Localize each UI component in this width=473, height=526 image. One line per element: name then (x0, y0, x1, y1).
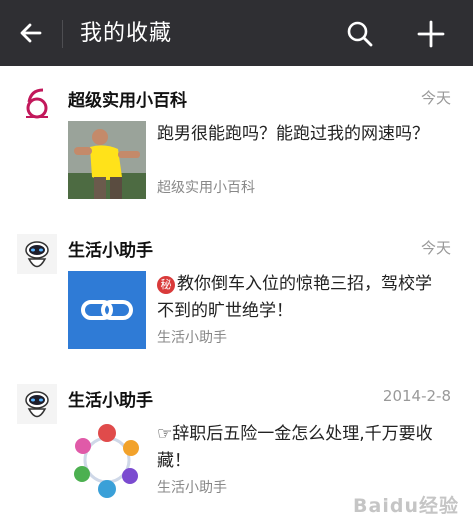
item-subtitle: 生活小助手 (157, 480, 227, 496)
item-headline: 跑男很能跑吗？能跑过我的网速吗？ (157, 124, 429, 144)
source-name: 生活小助手 (68, 241, 153, 261)
link-icon (68, 271, 146, 349)
robot-avatar-icon (17, 384, 57, 424)
arrow-left-icon[interactable] (16, 18, 46, 48)
item-headline: 秘教你倒车入位的惊艳三招，驾校学不到的旷世绝学！ (157, 271, 447, 325)
source-name: 生活小助手 (68, 391, 153, 411)
page-title: 我的收藏 (80, 21, 173, 46)
source-name: 超级实用小百科 (68, 91, 187, 111)
timestamp: 今天 (420, 239, 451, 257)
robot-avatar-icon (17, 234, 57, 274)
item-subtitle: 生活小助手 (157, 330, 227, 346)
plus-icon[interactable] (416, 19, 446, 49)
item-headline-text: 教你倒车入位的惊艳三招，驾校学不到的旷世绝学！ (157, 274, 432, 321)
favorite-item[interactable]: 生活小助手 今天 秘教你倒车入位的惊艳三招，驾校学不到的旷世绝学！ 生活小助手 (0, 216, 473, 367)
item-subtitle: 超级实用小百科 (157, 180, 255, 196)
search-icon[interactable] (345, 19, 375, 49)
number-6-logo-icon (17, 84, 57, 124)
favorite-item[interactable]: 超级实用小百科 今天 跑男很能跑吗？能跑过我的网速吗？ 超级实用小百科 (0, 66, 473, 217)
baidu-watermark: Baidu经验 (353, 495, 459, 517)
running-man-photo (68, 121, 146, 199)
top-bar: 我的收藏 (0, 0, 473, 66)
insurance-circle-diagram (68, 421, 146, 499)
header-divider (62, 20, 63, 48)
item-headline: ☞辞职后五险一金怎么处理,千万要收藏！ (157, 424, 433, 471)
secret-badge: 秘 (157, 276, 175, 294)
timestamp: 2014-2-8 (382, 387, 451, 405)
timestamp: 今天 (420, 89, 451, 107)
